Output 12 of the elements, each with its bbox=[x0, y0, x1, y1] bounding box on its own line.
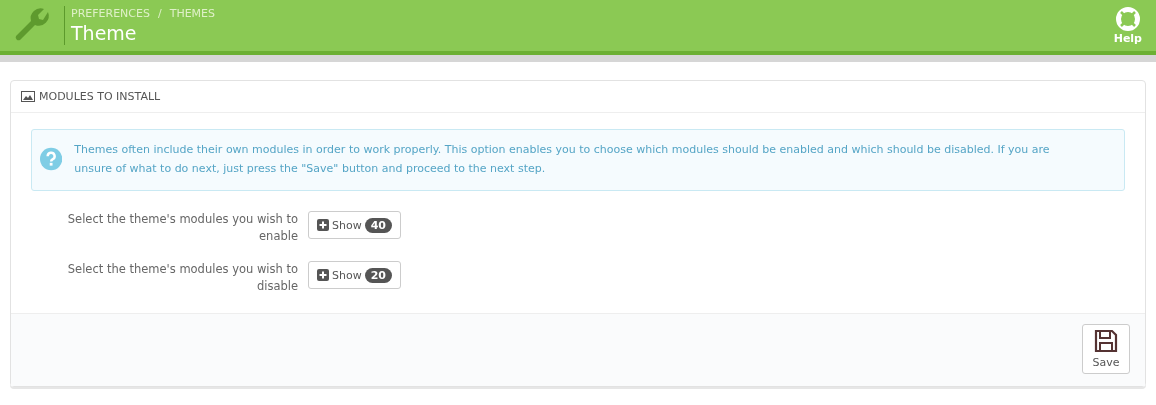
save-button[interactable]: Save bbox=[1082, 324, 1130, 374]
panel-heading: MODULES TO INSTALL bbox=[39, 90, 161, 103]
image-icon bbox=[21, 91, 35, 102]
plus-icon bbox=[317, 269, 329, 281]
show-button[interactable]: Show 40 bbox=[308, 211, 401, 239]
field-label: Select the theme's modules you wish to enable bbox=[66, 211, 299, 245]
breadcrumb-separator: / bbox=[157, 7, 162, 20]
alert-text: Themes often include their own modules in order to work properly. This option enables you to choose which modules should be enabled and which should be disabled. If you are unsure of what to do next, just press the "Save" button and proceed to the next step. bbox=[74, 142, 1051, 177]
field-label: Select the theme's modules you wish to disable bbox=[66, 261, 299, 295]
page-title: Theme bbox=[71, 22, 138, 44]
show-button[interactable]: Show 20 bbox=[308, 261, 401, 289]
plus-icon bbox=[317, 219, 329, 231]
